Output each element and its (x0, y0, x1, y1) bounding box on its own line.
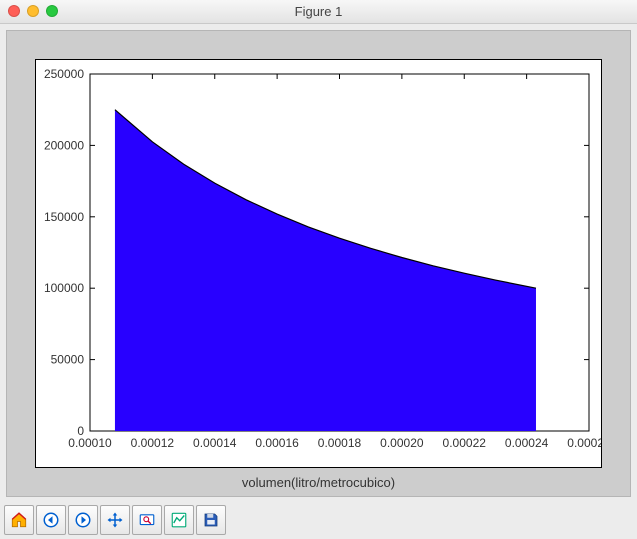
subplot-icon (170, 511, 188, 529)
zoom-rect-icon (138, 511, 156, 529)
svg-text:50000: 50000 (51, 353, 85, 367)
svg-text:0.00026: 0.00026 (567, 436, 601, 450)
svg-text:200000: 200000 (44, 138, 84, 152)
svg-text:250000: 250000 (44, 67, 84, 81)
window-controls[interactable] (8, 5, 58, 17)
svg-text:0.00020: 0.00020 (380, 436, 424, 450)
pan-button[interactable] (100, 505, 130, 535)
close-icon[interactable] (8, 5, 20, 17)
svg-text:0.00016: 0.00016 (255, 436, 299, 450)
minimize-icon[interactable] (27, 5, 39, 17)
svg-text:0.00010: 0.00010 (68, 436, 112, 450)
home-icon (10, 511, 28, 529)
arrow-right-icon (74, 511, 92, 529)
svg-text:100000: 100000 (44, 281, 84, 295)
svg-text:150000: 150000 (44, 210, 84, 224)
axis-label-x: volumen(litro/metrocubico) (7, 475, 630, 490)
svg-text:0.00024: 0.00024 (505, 436, 549, 450)
window-title: Figure 1 (295, 4, 343, 19)
back-button[interactable] (36, 505, 66, 535)
svg-text:0.00012: 0.00012 (131, 436, 175, 450)
zoom-button[interactable] (132, 505, 162, 535)
move-icon (106, 511, 124, 529)
arrow-left-icon (42, 511, 60, 529)
subplot-config-button[interactable] (164, 505, 194, 535)
window-titlebar: Figure 1 (0, 0, 637, 24)
forward-button[interactable] (68, 505, 98, 535)
plot-area[interactable]: 0500001000001500002000002500000.000100.0… (35, 59, 602, 468)
floppy-icon (202, 511, 220, 529)
svg-text:0.00022: 0.00022 (443, 436, 487, 450)
figure-panel: presion(pascales) 0500001000001500002000… (6, 30, 631, 497)
save-button[interactable] (196, 505, 226, 535)
plot-svg: 0500001000001500002000002500000.000100.0… (36, 60, 601, 467)
home-button[interactable] (4, 505, 34, 535)
zoom-window-icon[interactable] (46, 5, 58, 17)
svg-text:0.00018: 0.00018 (318, 436, 362, 450)
nav-toolbar (4, 505, 226, 535)
svg-text:0.00014: 0.00014 (193, 436, 237, 450)
